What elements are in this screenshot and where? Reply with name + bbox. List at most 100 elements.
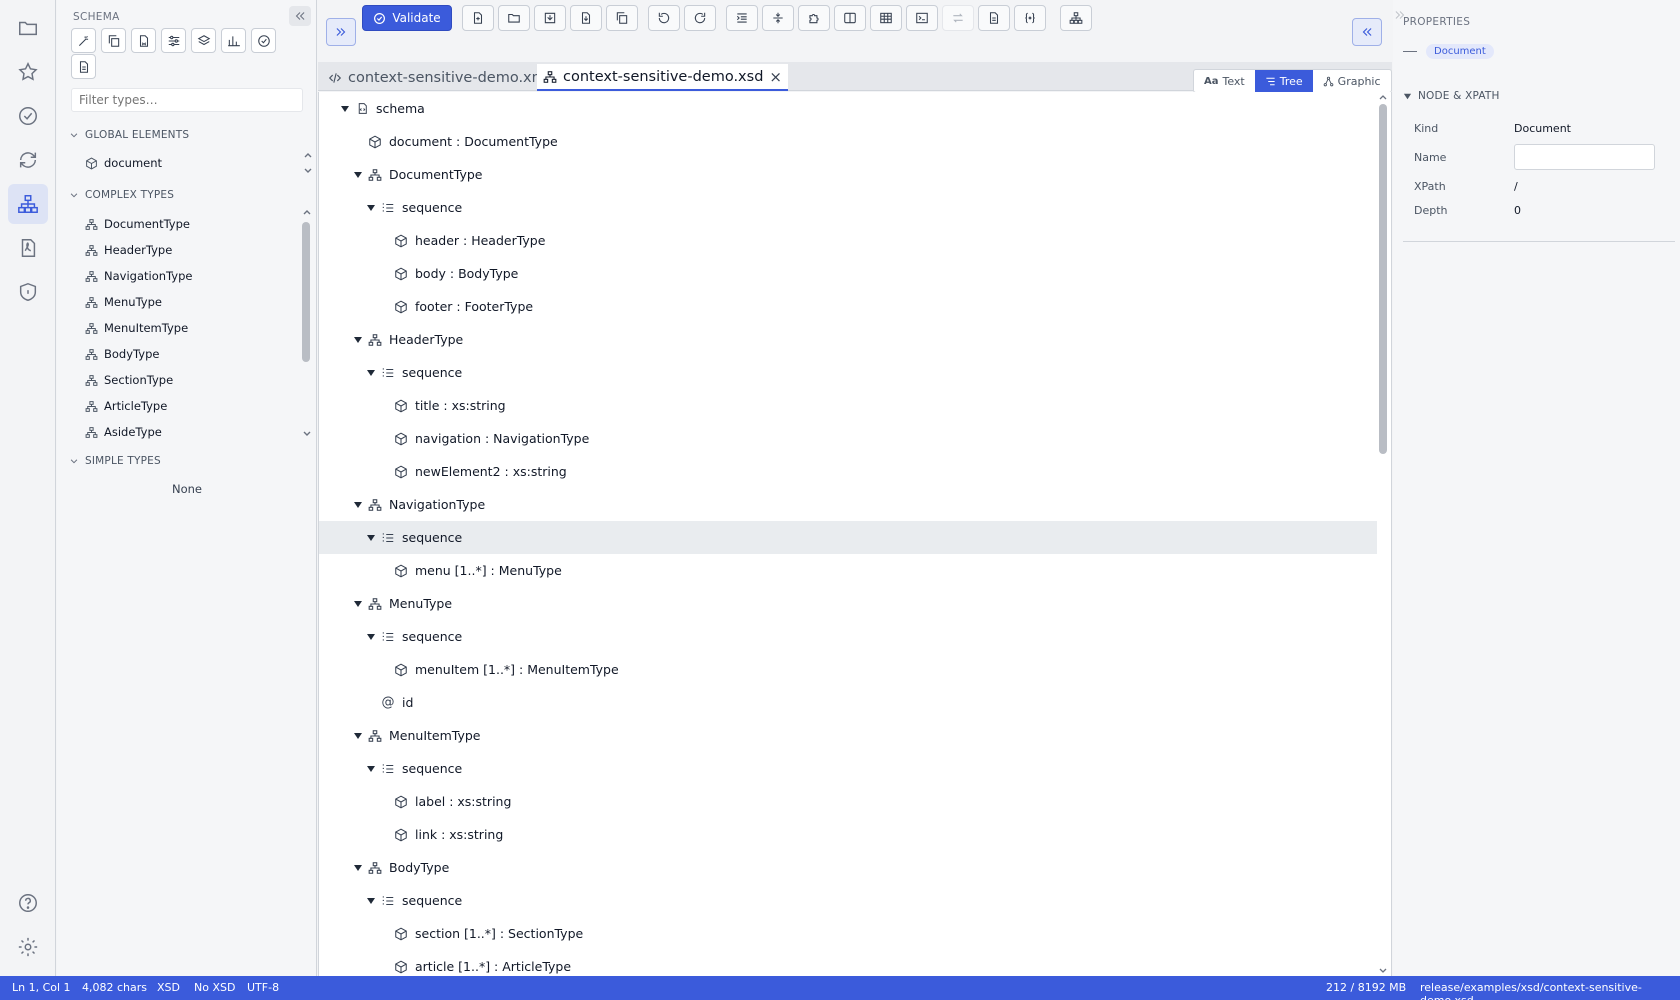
complex-scroll-down[interactable] bbox=[302, 430, 312, 438]
sync-icon[interactable] bbox=[8, 140, 48, 180]
complex-type-item[interactable]: HeaderType bbox=[85, 243, 172, 257]
close-tab-icon[interactable]: × bbox=[769, 68, 782, 86]
tree-row[interactable]: section [1..*] : SectionType bbox=[319, 917, 1377, 950]
new-file-button[interactable] bbox=[462, 5, 494, 31]
tree-row[interactable]: @ id bbox=[319, 686, 1377, 719]
caret-down-icon[interactable] bbox=[365, 533, 377, 543]
tree-scroll-thumb[interactable] bbox=[1379, 104, 1387, 454]
tree-row[interactable]: menu [1..*] : MenuType bbox=[319, 554, 1377, 587]
tree-row[interactable]: sequence bbox=[319, 884, 1377, 917]
save-button[interactable] bbox=[534, 5, 566, 31]
copy-tool[interactable] bbox=[101, 28, 126, 53]
star-icon[interactable] bbox=[8, 52, 48, 92]
validate-tool[interactable] bbox=[251, 28, 276, 53]
tree-row[interactable]: HeaderType bbox=[319, 323, 1377, 356]
tree-row[interactable]: MenuType bbox=[319, 587, 1377, 620]
json-button[interactable] bbox=[1014, 5, 1046, 31]
tree-row[interactable]: newElement2 : xs:string bbox=[319, 455, 1377, 488]
tree-row[interactable]: sequence bbox=[319, 191, 1377, 224]
caret-down-icon[interactable] bbox=[365, 368, 377, 378]
caret-down-icon[interactable] bbox=[352, 863, 364, 873]
global-element-item[interactable]: document bbox=[85, 156, 162, 170]
schema-graph-button[interactable] bbox=[1060, 5, 1092, 31]
global-elements-group[interactable]: GLOBAL ELEMENTS bbox=[69, 129, 189, 141]
help-icon[interactable] bbox=[8, 883, 48, 923]
shield-icon[interactable] bbox=[8, 272, 48, 312]
save-as-button[interactable] bbox=[570, 5, 602, 31]
console-button[interactable] bbox=[906, 5, 938, 31]
view-mode-tree[interactable]: Tree bbox=[1254, 70, 1313, 92]
undo-button[interactable] bbox=[648, 5, 680, 31]
open-folder-button[interactable] bbox=[498, 5, 530, 31]
tree-row[interactable]: menuItem [1..*] : MenuItemType bbox=[319, 653, 1377, 686]
collapse-button[interactable] bbox=[762, 5, 794, 31]
tab-xsd[interactable]: context-sensitive-demo.xsd × bbox=[537, 64, 788, 91]
collapse-sidebar-button[interactable] bbox=[289, 6, 311, 26]
tree-row[interactable]: sequence bbox=[319, 752, 1377, 785]
complex-type-item[interactable]: BodyType bbox=[85, 347, 159, 361]
tree-row[interactable]: document : DocumentType bbox=[319, 125, 1377, 158]
complex-type-item[interactable]: MenuItemType bbox=[85, 321, 188, 335]
folder-icon[interactable] bbox=[8, 8, 48, 48]
gear-icon[interactable] bbox=[8, 927, 48, 967]
tree-row[interactable]: BodyType bbox=[319, 851, 1377, 884]
tab-xml[interactable]: context-sensitive-demo.xml bbox=[322, 64, 556, 91]
caret-down-icon[interactable] bbox=[352, 170, 364, 180]
format-button[interactable] bbox=[726, 5, 758, 31]
node-xpath-section[interactable]: NODE & XPATH bbox=[1403, 90, 1500, 102]
duplicate-button[interactable] bbox=[606, 5, 638, 31]
caret-down-icon[interactable] bbox=[339, 104, 351, 114]
caret-down-icon[interactable] bbox=[352, 335, 364, 345]
complex-type-item[interactable]: SectionType bbox=[85, 373, 173, 387]
plugin-button[interactable] bbox=[798, 5, 830, 31]
caret-down-icon[interactable] bbox=[352, 731, 364, 741]
tree-row[interactable]: sequence bbox=[319, 521, 1377, 554]
status-language[interactable]: XSD bbox=[157, 981, 180, 994]
global-scroll-arrows[interactable] bbox=[303, 151, 313, 175]
filter-types-input[interactable] bbox=[71, 88, 303, 112]
validate-button[interactable]: Validate bbox=[362, 5, 452, 31]
collapse-properties-button[interactable] bbox=[1352, 18, 1382, 46]
complex-types-group[interactable]: COMPLEX TYPES bbox=[69, 189, 174, 201]
simple-types-group[interactable]: SIMPLE TYPES bbox=[69, 455, 161, 467]
sliders-tool[interactable] bbox=[161, 28, 186, 53]
tree-row[interactable]: body : BodyType bbox=[319, 257, 1377, 290]
complex-types-scrollbar[interactable] bbox=[302, 222, 310, 362]
tree-row[interactable]: title : xs:string bbox=[319, 389, 1377, 422]
complex-type-item[interactable]: NavigationType bbox=[85, 269, 192, 283]
tree-row[interactable]: footer : FooterType bbox=[319, 290, 1377, 323]
tree-row[interactable]: sequence bbox=[319, 356, 1377, 389]
redo-button[interactable] bbox=[684, 5, 716, 31]
tree-row[interactable]: header : HeaderType bbox=[319, 224, 1377, 257]
grid-view-button[interactable] bbox=[870, 5, 902, 31]
caret-down-icon[interactable] bbox=[365, 764, 377, 774]
caret-down-icon[interactable] bbox=[352, 500, 364, 510]
caret-down-icon[interactable] bbox=[352, 599, 364, 609]
complex-type-item[interactable]: MenuType bbox=[85, 295, 162, 309]
name-field[interactable] bbox=[1514, 144, 1655, 170]
caret-down-icon[interactable] bbox=[365, 896, 377, 906]
tree-row[interactable]: NavigationType bbox=[319, 488, 1377, 521]
caret-down-icon[interactable] bbox=[365, 203, 377, 213]
transform-button[interactable] bbox=[942, 5, 974, 31]
layers-tool[interactable] bbox=[191, 28, 216, 53]
split-view-button[interactable] bbox=[834, 5, 866, 31]
tree-row[interactable]: article [1..*] : ArticleType bbox=[319, 950, 1377, 976]
chart-tool[interactable] bbox=[221, 28, 246, 53]
status-schema[interactable]: No XSD bbox=[194, 981, 235, 994]
xml-file-tool[interactable] bbox=[131, 28, 156, 53]
tree-row[interactable]: link : xs:string bbox=[319, 818, 1377, 851]
magic-wand-tool[interactable] bbox=[71, 28, 96, 53]
check-circle-icon[interactable] bbox=[8, 96, 48, 136]
expand-sidebar-button[interactable] bbox=[326, 18, 356, 46]
status-position[interactable]: Ln 1, Col 1 bbox=[12, 981, 71, 994]
view-mode-text[interactable]: Aa Text bbox=[1194, 70, 1255, 92]
view-mode-graphic[interactable]: Graphic bbox=[1313, 70, 1391, 92]
complex-type-item[interactable]: DocumentType bbox=[85, 217, 190, 231]
caret-down-icon[interactable] bbox=[365, 632, 377, 642]
complex-type-item[interactable]: AsideType bbox=[85, 425, 162, 439]
tree-row[interactable]: label : xs:string bbox=[319, 785, 1377, 818]
tree-scrollbar[interactable] bbox=[1377, 92, 1389, 976]
tree-row[interactable]: schema bbox=[319, 92, 1377, 125]
tree-row[interactable]: navigation : NavigationType bbox=[319, 422, 1377, 455]
